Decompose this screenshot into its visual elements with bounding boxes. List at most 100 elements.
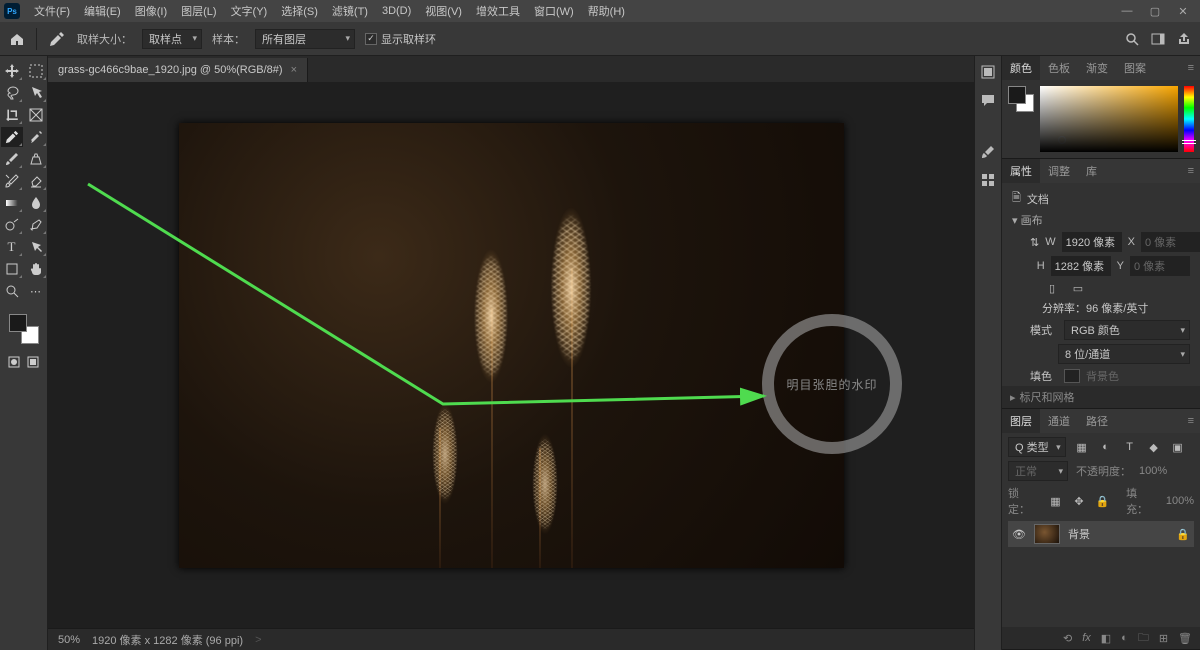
tab-channels[interactable]: 通道 <box>1040 409 1078 433</box>
foreground-color-swatch[interactable] <box>9 314 27 332</box>
canvas-section-label[interactable]: ▾ 画布 <box>1012 212 1043 228</box>
pen-tool[interactable] <box>25 215 47 235</box>
canvas-viewport[interactable] <box>48 82 974 628</box>
blend-mode-select[interactable]: 正常 <box>1008 461 1068 481</box>
layer-thumbnail[interactable] <box>1034 524 1060 544</box>
color-mode-select[interactable]: RGB 颜色 <box>1064 320 1190 340</box>
tab-patterns[interactable]: 图案 <box>1116 56 1154 80</box>
window-minimize-icon[interactable]: — <box>1114 5 1140 17</box>
canvas[interactable] <box>179 123 844 568</box>
panel-menu-icon[interactable]: ≡ <box>1188 165 1200 177</box>
zoom-level[interactable]: 50% <box>58 634 80 646</box>
bit-depth-select[interactable]: 8 位/通道 <box>1058 344 1190 364</box>
search-icon[interactable] <box>1124 31 1140 47</box>
menu-edit[interactable]: 编辑(E) <box>78 1 127 21</box>
layer-mask-icon[interactable]: ◧ <box>1101 632 1111 645</box>
menu-layer[interactable]: 图层(L) <box>175 1 222 21</box>
menu-file[interactable]: 文件(F) <box>28 1 76 21</box>
layer-style-icon[interactable]: fx <box>1082 632 1091 644</box>
crop-tool[interactable] <box>1 105 23 125</box>
layer-lock-icon[interactable]: 🔒 <box>1176 528 1190 541</box>
filter-shape-icon[interactable]: ◆ <box>1146 439 1162 455</box>
menu-filter[interactable]: 滤镜(T) <box>326 1 374 21</box>
brush-tool[interactable] <box>1 149 23 169</box>
height-value[interactable]: 1282 像素 <box>1051 256 1111 276</box>
history-brush-tool[interactable] <box>1 171 23 191</box>
eyedropper-tool[interactable] <box>1 127 23 147</box>
lock-pixels-icon[interactable]: ▦ <box>1048 493 1063 509</box>
history-panel-icon[interactable] <box>980 64 996 80</box>
tab-swatches[interactable]: 色板 <box>1040 56 1078 80</box>
filter-pixel-icon[interactable]: ▦ <box>1074 439 1090 455</box>
menu-3d[interactable]: 3D(D) <box>376 3 417 19</box>
filter-type-icon[interactable]: T <box>1122 439 1138 455</box>
dodge-tool[interactable] <box>1 215 23 235</box>
show-sampling-ring-checkbox[interactable]: ✓显示取样环 <box>365 31 436 47</box>
filter-adjust-icon[interactable]: ◐ <box>1098 439 1114 455</box>
move-tool[interactable] <box>1 61 23 81</box>
orientation-portrait-icon[interactable]: ▯ <box>1044 280 1060 296</box>
link-layers-icon[interactable]: ⟲ <box>1063 632 1072 645</box>
filter-smart-icon[interactable]: ▣ <box>1170 439 1186 455</box>
layer-name[interactable]: 背景 <box>1068 526 1090 542</box>
adjustment-layer-icon[interactable]: ◐ <box>1121 632 1128 644</box>
fill-value[interactable]: 100% <box>1166 495 1194 507</box>
edit-toolbar-icon[interactable]: ⋯ <box>25 281 47 301</box>
panel-color-swatches[interactable] <box>1008 86 1034 112</box>
layer-row[interactable]: 👁 背景 🔒 <box>1008 521 1194 547</box>
group-layers-icon[interactable]: 🗀 <box>1138 629 1149 648</box>
healing-brush-tool[interactable] <box>25 127 47 147</box>
tab-properties[interactable]: 属性 <box>1002 159 1040 183</box>
eraser-tool[interactable] <box>25 171 47 191</box>
rulers-grids-section[interactable]: ▸ 标尺和网格 <box>1002 386 1200 408</box>
brush-settings-panel-icon[interactable] <box>980 172 996 188</box>
sample-size-select[interactable]: 取样点 <box>142 29 202 49</box>
fill-swatch[interactable] <box>1064 369 1080 383</box>
menu-image[interactable]: 图像(I) <box>129 1 173 21</box>
hue-slider[interactable] <box>1184 86 1194 152</box>
home-icon[interactable] <box>8 30 26 48</box>
delete-layer-icon[interactable]: 🗑 <box>1178 632 1192 645</box>
menu-type[interactable]: 文字(Y) <box>225 1 274 21</box>
sample-select[interactable]: 所有图层 <box>255 29 355 49</box>
tab-paths[interactable]: 路径 <box>1078 409 1116 433</box>
quick-mask-icon[interactable] <box>7 355 21 369</box>
zoom-tool[interactable] <box>1 281 23 301</box>
marquee-tool[interactable] <box>25 61 47 81</box>
orientation-landscape-icon[interactable]: ▭ <box>1070 280 1086 296</box>
menu-plugins[interactable]: 增效工具 <box>470 1 526 21</box>
color-field[interactable] <box>1040 86 1178 152</box>
close-tab-icon[interactable]: × <box>291 64 297 76</box>
workspace-icon[interactable] <box>1150 31 1166 47</box>
width-value[interactable]: 1920 像素 <box>1062 232 1122 252</box>
shape-tool[interactable] <box>1 259 23 279</box>
comments-panel-icon[interactable] <box>980 92 996 108</box>
hand-tool[interactable] <box>25 259 47 279</box>
blur-tool[interactable] <box>25 193 47 213</box>
panel-menu-icon[interactable]: ≡ <box>1188 415 1200 427</box>
color-swatches[interactable] <box>9 314 39 344</box>
tab-libraries[interactable]: 库 <box>1078 159 1105 183</box>
tab-gradients[interactable]: 渐变 <box>1078 56 1116 80</box>
document-tab[interactable]: grass-gc466c9bae_1920.jpg @ 50%(RGB/8#) … <box>48 58 308 82</box>
brushes-panel-icon[interactable] <box>980 144 996 160</box>
tab-color[interactable]: 颜色 <box>1002 56 1040 80</box>
clone-stamp-tool[interactable] <box>25 149 47 169</box>
type-tool[interactable]: T <box>1 237 23 257</box>
visibility-toggle-icon[interactable]: 👁 <box>1012 528 1026 541</box>
lock-position-icon[interactable]: ✥ <box>1071 493 1086 509</box>
gradient-tool[interactable] <box>1 193 23 213</box>
status-arrow-icon[interactable]: > <box>255 634 261 646</box>
quick-select-tool[interactable] <box>25 83 47 103</box>
panel-menu-icon[interactable]: ≡ <box>1188 62 1200 74</box>
menu-select[interactable]: 选择(S) <box>275 1 324 21</box>
opacity-value[interactable]: 100% <box>1139 465 1167 477</box>
screen-mode-icon[interactable] <box>26 355 40 369</box>
window-close-icon[interactable]: ✕ <box>1170 5 1196 18</box>
tab-adjustments[interactable]: 调整 <box>1040 159 1078 183</box>
window-restore-icon[interactable]: ▢ <box>1142 5 1168 18</box>
path-select-tool[interactable] <box>25 237 47 257</box>
link-wh-icon[interactable]: ⇅ <box>1030 236 1039 249</box>
menu-help[interactable]: 帮助(H) <box>582 1 631 21</box>
new-layer-icon[interactable]: ⊞ <box>1159 632 1168 645</box>
